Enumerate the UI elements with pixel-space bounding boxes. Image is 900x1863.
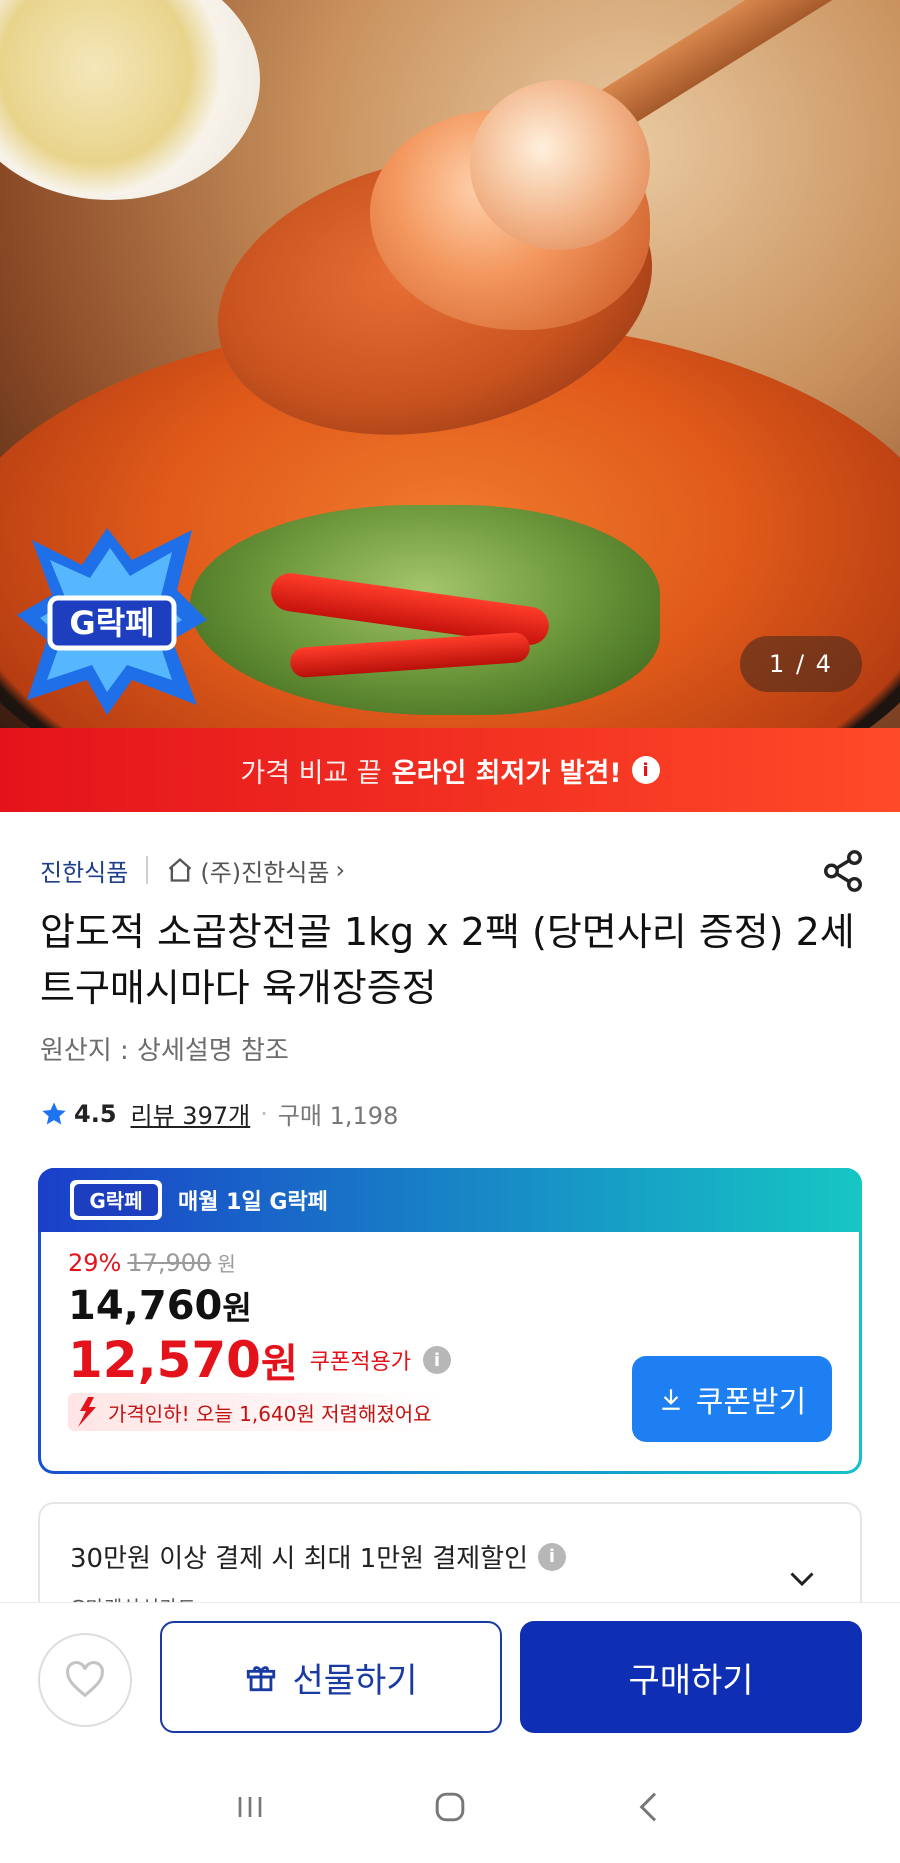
info-icon[interactable]: i [538, 1542, 567, 1571]
recent-apps-icon [238, 1796, 262, 1817]
buy-button[interactable]: 구매하기 [520, 1621, 862, 1733]
bottom-action-bar: 선물하기 구매하기 [0, 1602, 900, 1750]
rating-score: 4.5 [74, 1099, 117, 1128]
original-currency: 원 [217, 1252, 236, 1276]
separator-dot: · [260, 1099, 268, 1128]
divider [146, 856, 149, 884]
recent-apps-button[interactable] [220, 1777, 280, 1837]
brand-link[interactable]: 진한식품 [40, 853, 128, 888]
star-icon [42, 1101, 66, 1124]
price-coupon-card: G락페 매월 1일 G락페 29% 17,900 원 14,760원 12,57… [38, 1168, 862, 1474]
chevron-down-icon[interactable] [784, 1560, 820, 1596]
gopchang-piece [470, 80, 650, 250]
original-price: 17,900 [127, 1249, 212, 1277]
review-link[interactable]: 리뷰 397개 [131, 1096, 251, 1131]
gift-label: 선물하기 [292, 1660, 418, 1701]
info-icon[interactable]: i [631, 756, 660, 784]
glak-badge-logo: G락페 [17, 528, 207, 715]
product-title: 압도적 소곱창전골 1kg x 2팩 (당면사리 증정) 2세트구매시마다 육개… [40, 910, 855, 1010]
info-icon[interactable]: i [422, 1346, 451, 1374]
gift-icon [247, 1666, 276, 1692]
discount-percent: 29% [68, 1249, 122, 1277]
sale-price-currency: 원 [222, 1289, 252, 1327]
price-drop-note: 가격인하! 오늘 1,640원 저렴해졌어요 [68, 1393, 446, 1431]
sale-price: 14,760원 [68, 1283, 451, 1329]
chevron-right-icon: › [335, 856, 346, 884]
promo-light-text: 가격 비교 끝 [240, 757, 382, 789]
price-drop-text: 가격인하! 오늘 1,640원 저렴해졌어요 [108, 1401, 432, 1426]
home-button[interactable] [420, 1777, 480, 1837]
coupon-price: 12,570원 [68, 1331, 298, 1389]
product-image[interactable]: G락페 1 / 4 [0, 0, 900, 728]
gift-button[interactable]: 선물하기 [160, 1621, 502, 1733]
get-coupon-button[interactable]: 쿠폰받기 [632, 1356, 832, 1442]
system-navigation-bar [0, 1750, 900, 1863]
coupon-header-text: 매월 1일 G락페 [178, 1190, 328, 1215]
promo-bold-text: 온라인 최저가 발견! [391, 757, 622, 789]
glak-logo: G락페 [70, 1180, 162, 1220]
get-coupon-label: 쿠폰받기 [695, 1385, 807, 1420]
glak-badge-text: G락페 [69, 604, 154, 642]
origin-info: 원산지 : 상세설명 참조 [40, 1036, 289, 1066]
seller-row: 진한식품 (주)진한식품 › [40, 850, 870, 890]
share-icon[interactable] [820, 848, 866, 894]
home-icon [169, 857, 192, 882]
image-counter: 1 / 4 [740, 636, 862, 692]
wishlist-button[interactable] [38, 1633, 132, 1727]
shop-name: (주)진한식품 [200, 858, 330, 887]
discount-line: 29% 17,900 원 [68, 1248, 451, 1277]
shop-link[interactable]: (주)진한식품 › [166, 853, 345, 888]
payment-benefit-title: 30만원 이상 결제 시 최대 1만원 결제할인 i [70, 1538, 567, 1575]
rice-bowl [0, 0, 260, 200]
price-down-arrow-icon [78, 1397, 96, 1427]
home-circle-icon [435, 1792, 465, 1821]
lowest-price-banner[interactable]: 가격 비교 끝 온라인 최저가 발견! i [0, 728, 900, 812]
price-block: 29% 17,900 원 14,760원 12,570원 쿠폰적용가 i 가격인… [68, 1248, 451, 1431]
sale-price-value: 14,760 [68, 1283, 223, 1329]
download-icon [662, 1389, 680, 1410]
coupon-price-value: 12,570 [68, 1331, 261, 1389]
back-button[interactable] [620, 1777, 680, 1837]
coupon-card-header: G락페 매월 1일 G락페 [38, 1168, 862, 1232]
back-icon [639, 1792, 657, 1821]
payment-benefit-text: 30만원 이상 결제 시 최대 1만원 결제할인 [70, 1544, 529, 1574]
glak-logo-text: G락페 [89, 1189, 142, 1213]
purchase-count: 구매 1,198 [277, 1102, 399, 1130]
coupon-price-currency: 원 [260, 1341, 298, 1387]
coupon-applied-label: 쿠폰적용가 [309, 1350, 411, 1375]
rating-row: 4.5 리뷰 397개 · 구매 1,198 [40, 1096, 398, 1131]
heart-icon [66, 1661, 104, 1698]
coupon-price-row: 12,570원 쿠폰적용가 i [68, 1331, 451, 1389]
